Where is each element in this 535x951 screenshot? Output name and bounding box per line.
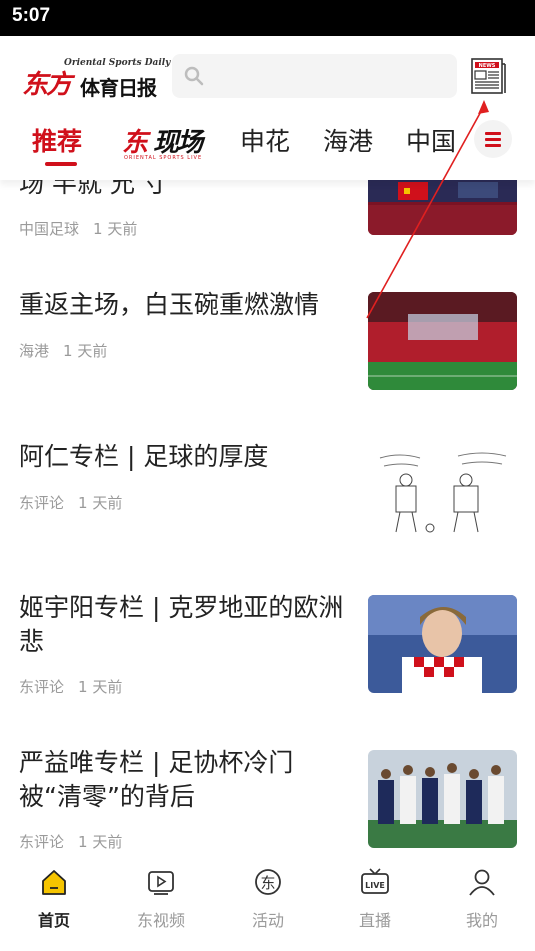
nav-label: 活动 bbox=[251, 911, 284, 930]
tab-china[interactable]: 中国 bbox=[406, 122, 456, 158]
channel-menu-button[interactable] bbox=[474, 120, 512, 158]
profile-icon bbox=[469, 869, 495, 896]
active-tab-indicator bbox=[45, 162, 77, 166]
article-category: 海港 bbox=[19, 342, 50, 360]
menu-icon-line bbox=[485, 144, 501, 147]
article-category: 东评论 bbox=[19, 678, 65, 696]
app-header: Oriental Sports Daily 东方 体育日报 NEWS bbox=[0, 36, 535, 110]
article-time: 1 天前 bbox=[78, 494, 123, 512]
bottom-navigation: 首页 东视频 东 活动 LIVE 直播 我的 bbox=[0, 855, 535, 951]
search-input[interactable] bbox=[172, 54, 457, 98]
menu-icon-line bbox=[485, 132, 501, 135]
article-thumbnail bbox=[368, 750, 517, 848]
nav-label: 直播 bbox=[358, 911, 391, 930]
news-feed: 场 半就 允 寸 中国足球 1 天前 重返主场，白玉碗重燃激情 海港 1 天前 bbox=[0, 180, 535, 855]
article-title: 阿仁专栏 | 足球的厚度 bbox=[19, 442, 269, 471]
article-time: 1 天前 bbox=[63, 342, 108, 360]
app-logo: Oriental Sports Daily 东方 体育日报 bbox=[22, 50, 171, 102]
article-thumbnail bbox=[368, 444, 517, 542]
article-title: 姬宇阳专栏 | 克罗地亚的欧洲悲 bbox=[19, 593, 344, 656]
logo-red-text: 东方 bbox=[22, 70, 72, 100]
menu-icon-line bbox=[485, 138, 501, 141]
cartoon-sketch-image bbox=[368, 444, 517, 542]
nav-label: 东视频 bbox=[136, 911, 185, 930]
article-time: 1 天前 bbox=[78, 833, 123, 851]
article-time: 1 天前 bbox=[93, 220, 138, 238]
tab-live-logo-black: 现场 bbox=[153, 128, 203, 158]
tab-live-logo-red: 东 bbox=[122, 128, 148, 158]
tab-shenhua[interactable]: 申花 bbox=[240, 122, 290, 158]
team-players-image bbox=[368, 750, 517, 848]
nav-profile[interactable]: 我的 bbox=[442, 867, 522, 931]
nav-label: 我的 bbox=[465, 911, 498, 930]
nav-video[interactable]: 东视频 bbox=[121, 867, 201, 931]
search-icon bbox=[184, 66, 204, 86]
china-team-image bbox=[368, 180, 517, 235]
status-time: 5:07 bbox=[12, 5, 51, 26]
article-category: 东评论 bbox=[19, 833, 65, 851]
tab-recommend[interactable]: 推荐 bbox=[32, 122, 82, 158]
logo-english: Oriental Sports Daily bbox=[64, 58, 171, 68]
article-meta: 海港 1 天前 bbox=[19, 340, 107, 361]
article-thumbnail bbox=[368, 595, 517, 693]
newspaper-icon[interactable]: NEWS bbox=[470, 56, 507, 96]
article-title: 重返主场，白玉碗重燃激情 bbox=[19, 290, 320, 319]
article-meta: 东评论 1 天前 bbox=[19, 831, 122, 852]
home-icon bbox=[42, 870, 66, 895]
live-icon: LIVE bbox=[361, 868, 389, 894]
article-meta: 东评论 1 天前 bbox=[19, 676, 122, 697]
tab-haigang[interactable]: 海港 bbox=[323, 122, 373, 158]
article-meta: 中国足球 1 天前 bbox=[19, 218, 137, 239]
tab-live-logo-sub: ORIENTAL SPORTS LIVE bbox=[124, 155, 203, 161]
status-bar: 5:07 bbox=[0, 0, 535, 36]
stadium-fans-image bbox=[368, 292, 517, 390]
news-icon-text: NEWS bbox=[479, 63, 496, 69]
nav-activity[interactable]: 东 活动 bbox=[228, 867, 308, 931]
article-title: 场 半就 允 寸 bbox=[19, 180, 168, 198]
croatia-player-image bbox=[368, 595, 517, 693]
article-time: 1 天前 bbox=[78, 678, 123, 696]
nav-home[interactable]: 首页 bbox=[14, 867, 94, 931]
category-tabs: 推荐 东 现场 ORIENTAL SPORTS LIVE 申花 海港 中国 bbox=[0, 110, 535, 180]
tab-live-logo[interactable]: 东 现场 ORIENTAL SPORTS LIVE bbox=[122, 122, 212, 166]
article-thumbnail bbox=[368, 180, 517, 235]
article-title: 严益唯专栏 | 足协杯冷门被“清零”的背后 bbox=[19, 748, 294, 811]
nav-live[interactable]: LIVE 直播 bbox=[335, 867, 415, 931]
video-icon bbox=[148, 871, 174, 895]
article-thumbnail bbox=[368, 292, 517, 390]
activity-icon: 东 bbox=[255, 869, 281, 895]
svg-text:东: 东 bbox=[260, 874, 275, 892]
svg-text:LIVE: LIVE bbox=[365, 881, 385, 890]
nav-label: 首页 bbox=[37, 911, 70, 930]
logo-black-text: 体育日报 bbox=[80, 76, 157, 100]
article-category: 东评论 bbox=[19, 494, 65, 512]
article-meta: 东评论 1 天前 bbox=[19, 492, 122, 513]
article-category: 中国足球 bbox=[19, 220, 80, 238]
